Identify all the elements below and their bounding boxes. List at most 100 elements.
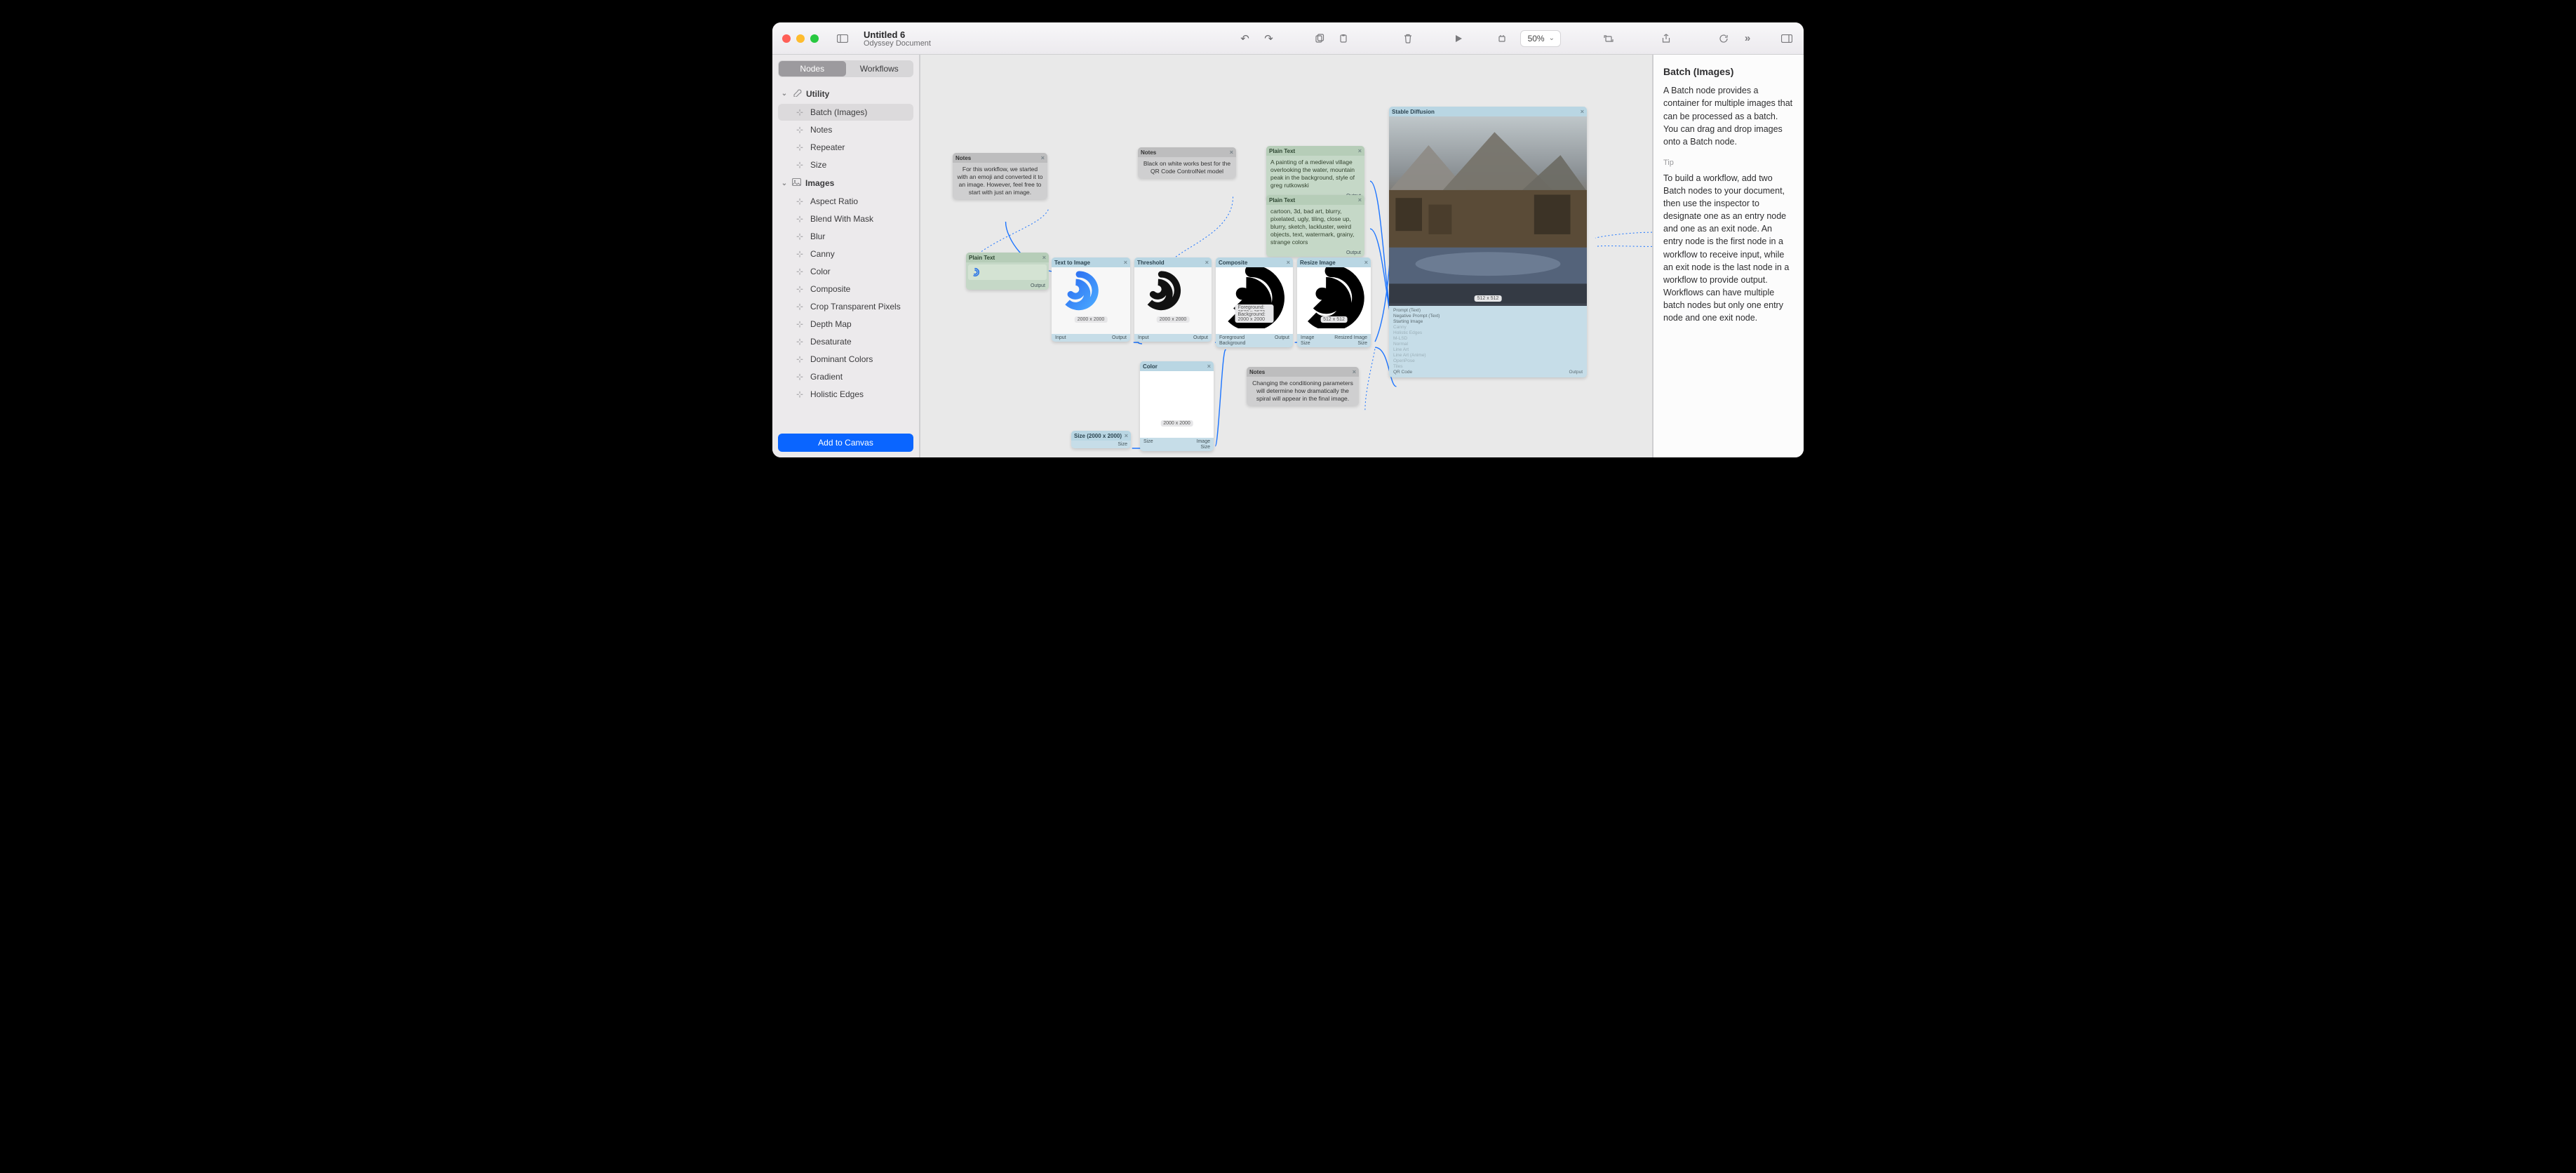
port-output-image[interactable]: Image: [1197, 439, 1210, 444]
sidebar-item-batch-images[interactable]: ⊹ Batch (Images): [778, 104, 913, 121]
close-icon[interactable]: ×: [1581, 108, 1584, 115]
port-size[interactable]: Size: [1143, 439, 1153, 444]
more-button[interactable]: »: [1738, 30, 1757, 47]
share-button[interactable]: [1656, 30, 1676, 47]
port-output-size[interactable]: Size: [1357, 341, 1367, 346]
port-output[interactable]: Output: [1569, 370, 1583, 375]
close-icon[interactable]: ×: [1205, 259, 1209, 266]
sidebar-item-blur[interactable]: ⊹Blur: [778, 228, 913, 245]
inspector: Batch (Images) A Batch node provides a c…: [1653, 55, 1804, 457]
close-window-button[interactable]: [782, 34, 791, 43]
zoom-dropdown[interactable]: 50% ⌄: [1520, 30, 1561, 47]
port-size[interactable]: Size: [1301, 341, 1310, 346]
group-utility[interactable]: ⌄ Utility: [777, 84, 915, 103]
node-color[interactable]: Color× 2000 x 2000 SizeImage Size: [1140, 361, 1214, 451]
port-output[interactable]: Size: [1118, 442, 1127, 447]
close-icon[interactable]: ×: [1358, 196, 1362, 203]
sidebar-item-blend-with-mask[interactable]: ⊹Blend With Mask: [778, 210, 913, 227]
sidebar-item-canny[interactable]: ⊹Canny: [778, 246, 913, 262]
port-input[interactable]: Input: [1055, 335, 1066, 340]
port-output[interactable]: Output: [1346, 250, 1361, 255]
port-qrcode[interactable]: QR Code: [1393, 370, 1412, 375]
node-plain-text-input[interactable]: Plain Text× Output: [966, 253, 1049, 290]
sidebar-item-depth-map[interactable]: ⊹Depth Map: [778, 316, 913, 333]
run-button[interactable]: [1449, 30, 1468, 47]
close-icon[interactable]: ×: [1207, 363, 1211, 370]
segment-nodes[interactable]: Nodes: [779, 61, 846, 76]
node-size[interactable]: Size (2000 x 2000)× Size: [1071, 431, 1131, 448]
toggle-sidebar-button[interactable]: [833, 30, 852, 47]
port-normal[interactable]: Normal: [1393, 342, 1583, 347]
sidebar-item-desaturate[interactable]: ⊹Desaturate: [778, 333, 913, 350]
node-library[interactable]: ⌄ Utility ⊹ Batch (Images) ⊹ Notes ⊹ Rep…: [777, 84, 915, 429]
port-prompt[interactable]: Prompt (Text): [1393, 308, 1421, 313]
port-canny[interactable]: Canny: [1393, 325, 1583, 330]
node-threshold[interactable]: Threshold× 2000 x 2000 InputOutput: [1134, 257, 1212, 342]
port-background[interactable]: Background: [1219, 341, 1245, 346]
port-mlsd[interactable]: M-LSD: [1393, 336, 1583, 341]
sidebar-item-holistic-edges[interactable]: ⊹Holistic Edges: [778, 386, 913, 403]
group-images[interactable]: ⌄ Images: [777, 174, 915, 192]
node-notes-3[interactable]: Notes× Changing the conditioning paramet…: [1247, 367, 1359, 405]
port-output[interactable]: Output: [1031, 283, 1045, 288]
delete-button[interactable]: [1398, 30, 1418, 47]
sidebar-item-size[interactable]: ⊹ Size: [778, 156, 913, 173]
paste-button[interactable]: [1334, 30, 1353, 47]
canvas[interactable]: Notes× For this workflow, we started wit…: [920, 55, 1652, 457]
image-size-tag: 2000 x 2000: [1157, 316, 1190, 323]
toggle-inspector-button[interactable]: [1777, 30, 1797, 47]
close-icon[interactable]: ×: [1230, 149, 1233, 156]
close-icon[interactable]: ×: [1125, 432, 1128, 439]
port-lineart-anime[interactable]: Line Art (Anime): [1393, 353, 1583, 358]
node-icon: ⊹: [795, 354, 805, 364]
port-openpose[interactable]: OpenPose: [1393, 358, 1583, 363]
refresh-button[interactable]: [1714, 30, 1733, 47]
node-plain-text-positive[interactable]: Plain Text× A painting of a medieval vil…: [1266, 146, 1364, 200]
node-text-to-image[interactable]: Text to Image× 2000 x 2000 InputOutput: [1052, 257, 1130, 342]
add-to-canvas-button[interactable]: Add to Canvas: [778, 434, 913, 452]
node-plain-text-negative[interactable]: Plain Text× cartoon, 3d, bad art, blurry…: [1266, 195, 1364, 257]
sidebar-item-notes[interactable]: ⊹ Notes: [778, 121, 913, 138]
close-icon[interactable]: ×: [1287, 259, 1290, 266]
image-preview: [1140, 371, 1214, 438]
close-icon[interactable]: ×: [1364, 259, 1368, 266]
port-image[interactable]: Image: [1301, 335, 1314, 340]
node-composite[interactable]: Composite× Foreground: 3672 x 3672 Backg…: [1216, 257, 1293, 347]
node-stable-diffusion[interactable]: Stable Diffusion×: [1389, 107, 1587, 377]
port-tiles[interactable]: Tiles: [1393, 364, 1583, 369]
port-output-size[interactable]: Size: [1200, 445, 1210, 450]
zoom-window-button[interactable]: [810, 34, 819, 43]
port-output[interactable]: Output: [1275, 335, 1289, 340]
node-notes-1[interactable]: Notes× For this workflow, we started wit…: [953, 153, 1047, 199]
port-lineart[interactable]: Line Art: [1393, 347, 1583, 352]
port-input[interactable]: Input: [1138, 335, 1149, 340]
close-icon[interactable]: ×: [1124, 259, 1127, 266]
close-icon[interactable]: ×: [1041, 154, 1045, 161]
port-output[interactable]: Resized Image: [1334, 335, 1367, 340]
redo-button[interactable]: ↷: [1259, 30, 1279, 47]
port-holistic[interactable]: Holistic Edges: [1393, 330, 1583, 335]
port-output[interactable]: Output: [1193, 335, 1208, 340]
close-icon[interactable]: ×: [1042, 254, 1046, 261]
sidebar-item-color[interactable]: ⊹Color: [778, 263, 913, 280]
node-resize-image[interactable]: Resize Image× 512 x 512 ImageResized Ima…: [1297, 257, 1371, 347]
frame-node-button[interactable]: [1492, 30, 1512, 47]
port-starting-image[interactable]: Starting Image: [1393, 319, 1583, 324]
close-icon[interactable]: ×: [1358, 147, 1362, 154]
minimize-window-button[interactable]: [796, 34, 805, 43]
port-negative-prompt[interactable]: Negative Prompt (Text): [1393, 314, 1583, 319]
sidebar-item-repeater[interactable]: ⊹ Repeater: [778, 139, 913, 156]
port-output[interactable]: Output: [1112, 335, 1127, 340]
sidebar-item-dominant-colors[interactable]: ⊹Dominant Colors: [778, 351, 913, 368]
fit-button[interactable]: [1599, 30, 1618, 47]
close-icon[interactable]: ×: [1353, 368, 1356, 375]
port-foreground[interactable]: Foreground: [1219, 335, 1245, 340]
sidebar-item-composite[interactable]: ⊹Composite: [778, 281, 913, 297]
sidebar-item-gradient[interactable]: ⊹Gradient: [778, 368, 913, 385]
sidebar-item-crop-transparent[interactable]: ⊹Crop Transparent Pixels: [778, 298, 913, 315]
node-notes-2[interactable]: Notes× Black on white works best for the…: [1138, 147, 1236, 178]
undo-button[interactable]: ↶: [1235, 30, 1255, 47]
segment-workflows[interactable]: Workflows: [846, 61, 913, 76]
copy-button[interactable]: [1310, 30, 1329, 47]
sidebar-item-aspect-ratio[interactable]: ⊹Aspect Ratio: [778, 193, 913, 210]
